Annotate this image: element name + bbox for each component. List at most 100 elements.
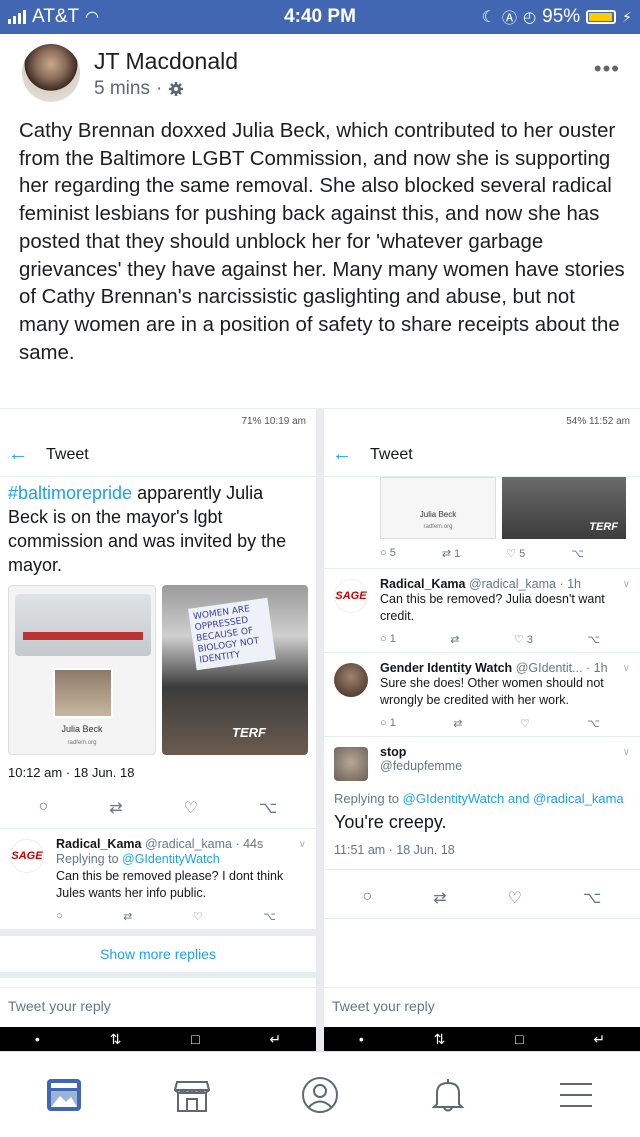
charging-icon: ⚡ (622, 8, 632, 25)
tweet-header: ← Tweet (324, 433, 640, 477)
reply-count-value: 1 (389, 633, 396, 645)
nav-recents-icon[interactable]: □ (515, 1031, 523, 1047)
tweet-images: Julia Beck radfem.org WOMEN ARE OPPRESSE… (0, 577, 316, 755)
share-icon[interactable]: ⌥ (263, 910, 276, 923)
tweet-stats: ○ 5 ⇄ 1 ♡ 5 ⌥ (324, 539, 640, 569)
author-name[interactable]: JT Macdonald (94, 48, 238, 75)
tweet-image-protest[interactable]: WOMEN ARE OPPRESSED BECAUSE OF BIOLOGY N… (162, 585, 308, 755)
reply-count[interactable]: ○ 5 (380, 547, 396, 560)
reply-avatar[interactable] (334, 663, 368, 697)
post-header: JT Macdonald 5 mins · ••• (0, 34, 640, 114)
like-icon[interactable]: ♡ (520, 717, 530, 730)
like-count[interactable]: ♡ 5 (506, 547, 525, 560)
card-site: radfem.org (423, 524, 453, 530)
reply-icon[interactable]: ○ 1 (380, 633, 396, 646)
nav-dot-icon[interactable]: • (359, 1031, 364, 1047)
tweet-image-truck[interactable]: Julia Beck radfem.org (8, 585, 156, 755)
reply-tweet[interactable]: Gender Identity Watch @GIdentit... · 1h … (324, 653, 640, 737)
terf-label: TERF (232, 725, 266, 740)
retweet-icon[interactable]: ⇄ (453, 717, 462, 730)
retweet-icon[interactable]: ⇄ (450, 633, 459, 646)
profile-icon[interactable] (295, 1070, 345, 1120)
tweet-reply-input[interactable]: Tweet your reply (324, 987, 640, 1027)
reply-author[interactable]: Radical_Kama (380, 577, 465, 591)
reply-author[interactable]: Gender Identity Watch (380, 661, 512, 675)
author-avatar[interactable] (22, 44, 80, 102)
reply-header: Gender Identity Watch @GIdentit... · 1h (380, 661, 632, 675)
reply-avatar[interactable]: SAGE (334, 579, 368, 613)
notifications-icon[interactable] (423, 1070, 473, 1120)
tweet-images: Julia Beck radfem.org TERF (324, 477, 640, 539)
nav-dot-icon[interactable]: • (35, 1031, 40, 1047)
screenshot-divider (316, 408, 324, 1051)
replying-prefix: Replying to (334, 791, 403, 806)
share-icon[interactable]: ⌥ (583, 888, 601, 908)
android-status-text: 71% 10:19 am (241, 415, 307, 427)
nav-switch-icon[interactable]: ⇅ (110, 1031, 122, 1048)
tweet-header-title: Tweet (46, 445, 89, 463)
reply-actions: ○ ⇄ ♡ ⌥ (56, 902, 276, 923)
left-screenshot: 71% 10:19 am ← Tweet #baltimorepride app… (0, 408, 316, 1051)
post-options-button[interactable]: ••• (594, 56, 620, 82)
reply-count-value: 1 (389, 717, 396, 729)
replying-to-link[interactable]: @GIdentityWatch (122, 852, 220, 866)
chevron-down-icon[interactable]: ∨ (299, 839, 306, 850)
like-icon[interactable]: ♡ 3 (514, 633, 533, 646)
reply-actions: ○ 1 ⇄ ♡ ⌥ (380, 709, 600, 730)
reply-author[interactable]: stop (380, 745, 632, 759)
chevron-down-icon[interactable]: ∨ (623, 747, 630, 758)
tweet-header: ← Tweet (0, 433, 316, 477)
retweet-count[interactable]: ⇄ 1 (442, 547, 460, 560)
like-icon[interactable]: ♡ (184, 798, 198, 818)
reply-author[interactable]: Radical_Kama (56, 837, 141, 851)
share-icon[interactable]: ⌥ (259, 798, 277, 818)
chevron-down-icon[interactable]: ∨ (623, 579, 630, 590)
nav-recents-icon[interactable]: □ (191, 1031, 199, 1047)
reply-avatar[interactable] (334, 747, 368, 781)
show-more-replies[interactable]: Show more replies (0, 930, 316, 978)
protest-sign: WOMEN ARE OPPRESSED BECAUSE OF BIOLOGY N… (188, 597, 276, 671)
reply-icon[interactable]: ○ (56, 910, 63, 923)
android-status-text: 54% 11:52 am (566, 415, 630, 427)
like-icon[interactable]: ♡ (508, 888, 522, 908)
tweet-reply-input[interactable]: Tweet your reply (0, 987, 316, 1027)
nav-back-icon[interactable]: ↵ (593, 1031, 605, 1048)
reply-icon[interactable]: ○ (39, 798, 49, 818)
tweet-actions: ○ ⇄ ♡ ⌥ (0, 780, 316, 829)
back-arrow-icon[interactable]: ← (8, 443, 28, 466)
tweet-actions: ○ ⇄ ♡ ⌥ (324, 869, 640, 919)
share-icon[interactable]: ⌥ (571, 547, 584, 560)
reply-handle: @radical_kama · 1h (468, 577, 581, 591)
nav-back-icon[interactable]: ↵ (269, 1031, 281, 1048)
menu-icon[interactable] (551, 1070, 601, 1120)
reply-icon[interactable]: ○ (363, 888, 373, 908)
reply-icon[interactable]: ○ 1 (380, 717, 396, 730)
hashtag-link[interactable]: #baltimorepride (8, 483, 132, 503)
chevron-down-icon[interactable]: ∨ (623, 663, 630, 674)
focused-tweet-text: You're creepy. (334, 812, 447, 832)
retweet-icon[interactable]: ⇄ (109, 798, 122, 818)
reply-body: Can this be removed? Julia doesn't want … (380, 592, 605, 623)
tweet-image-card[interactable]: Julia Beck radfem.org (380, 477, 496, 539)
like-icon[interactable]: ♡ (193, 910, 203, 923)
share-icon[interactable]: ⌥ (587, 633, 600, 646)
nav-switch-icon[interactable]: ⇅ (434, 1031, 446, 1048)
alarm-icon: ◴ (523, 9, 537, 26)
share-icon[interactable]: ⌥ (587, 717, 600, 730)
retweet-icon[interactable]: ⇄ (433, 888, 446, 908)
reply-avatar[interactable]: SAGE (10, 839, 44, 873)
back-arrow-icon[interactable]: ← (332, 443, 352, 466)
focused-tweet-author[interactable]: stop @fedupfemme ∨ (324, 737, 640, 781)
reply-header: Radical_Kama @radical_kama · 44s (56, 837, 308, 851)
reply-tweet[interactable]: SAGE Radical_Kama @radical_kama · 44s Re… (0, 829, 316, 930)
reply-replying-to: Replying to @GIdentityWatch and @radical… (334, 791, 632, 806)
profile-photo (53, 668, 113, 718)
reply-tweet[interactable]: SAGE Radical_Kama @radical_kama · 1h Can… (324, 569, 640, 653)
marketplace-icon[interactable] (167, 1070, 217, 1120)
post-time[interactable]: 5 mins (94, 78, 150, 100)
replying-to-link[interactable]: @GIdentityWatch and @radical_kama (403, 791, 624, 806)
retweet-icon[interactable]: ⇄ (123, 910, 132, 923)
moon-icon: ☾ (481, 9, 497, 26)
tweet-image-protest[interactable]: TERF (502, 477, 626, 539)
news-feed-icon[interactable] (39, 1070, 89, 1120)
